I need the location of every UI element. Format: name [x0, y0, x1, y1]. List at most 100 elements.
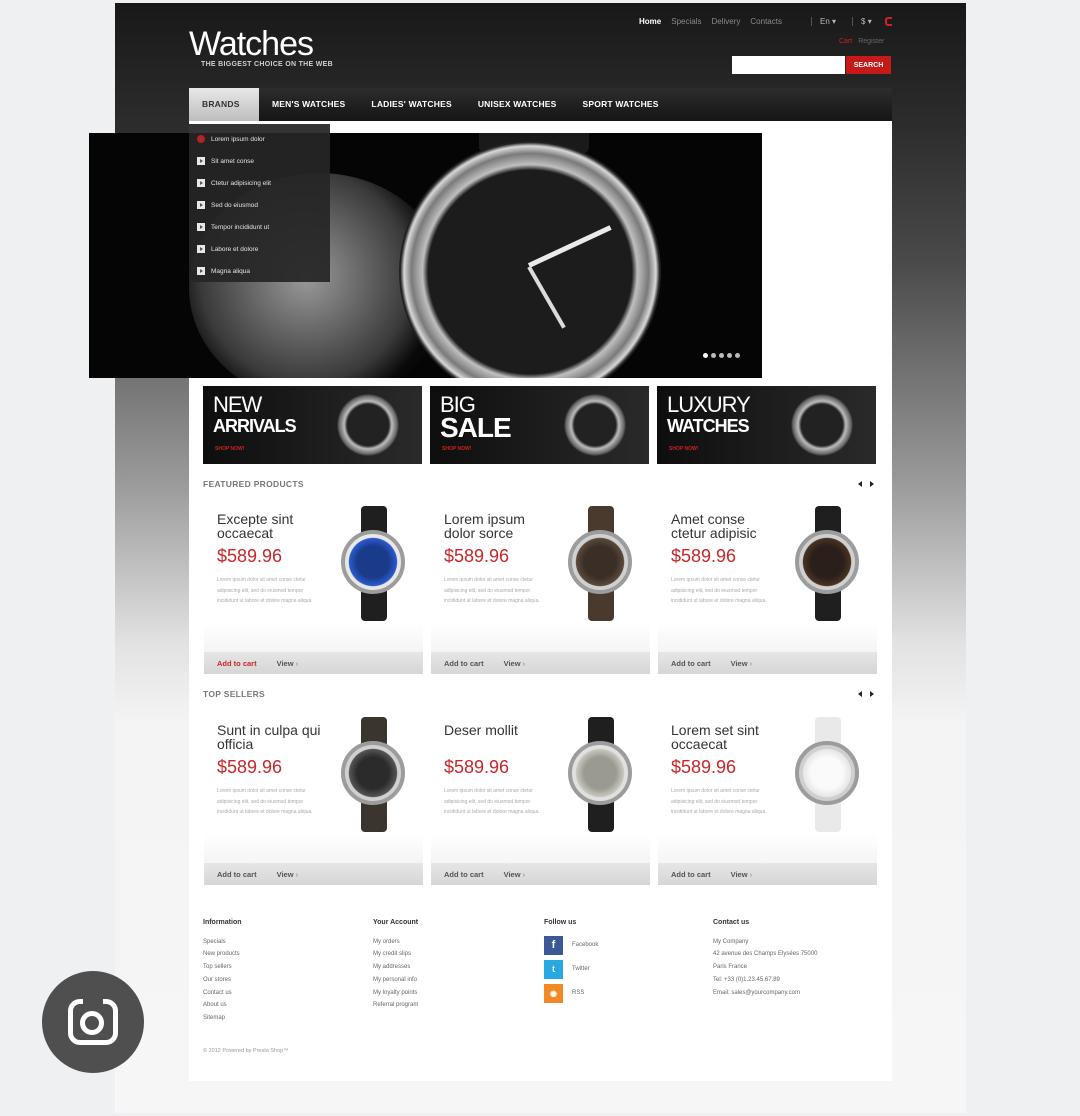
slider-dot[interactable]: [719, 353, 724, 358]
slider-dot[interactable]: [727, 353, 732, 358]
banner-subheading: ARRIVALS: [213, 416, 297, 436]
top-link-specials[interactable]: Specials: [671, 17, 701, 26]
banner-luxury-watches[interactable]: LUXURY WATCHES SHOP NOW!: [657, 386, 876, 464]
top-nav: Home Specials Delivery Contacts: [639, 17, 782, 26]
product-name[interactable]: Excepte sint occaecat: [217, 512, 327, 540]
social-rss[interactable]: ◉ RSS: [544, 984, 598, 1004]
add-to-cart-button[interactable]: Add to cart: [671, 659, 711, 668]
lens-search-button[interactable]: [42, 971, 144, 1073]
next-arrow-icon[interactable]: [870, 691, 874, 697]
product-name[interactable]: Amet conse ctetur adipisic: [671, 512, 781, 540]
prev-arrow-icon[interactable]: [858, 481, 862, 487]
nav-ladies-watches[interactable]: LADIES' WATCHES: [358, 88, 464, 121]
footer-link[interactable]: Contact us: [203, 987, 242, 1000]
footer-link[interactable]: My orders: [373, 936, 418, 949]
product-name[interactable]: Sunt in culpa qui officia: [217, 723, 327, 751]
slider-dot[interactable]: [703, 353, 708, 358]
social-twitter[interactable]: t Twitter: [544, 960, 598, 980]
banner-heading: LUXURY: [667, 392, 751, 417]
top-sellers-title: TOP SELLERS: [203, 689, 266, 699]
product-card: Lorem set sint occaecat $589.96 Lorem ip…: [658, 713, 877, 885]
rss-icon: ◉: [544, 984, 563, 1004]
footer-link[interactable]: About us: [203, 999, 242, 1012]
add-to-cart-button[interactable]: Add to cart: [217, 870, 257, 879]
product-price: $589.96: [217, 546, 283, 566]
brand-item[interactable]: Ctetur adipisicing elit: [189, 172, 330, 194]
product-image[interactable]: [793, 506, 861, 621]
slider-dot[interactable]: [735, 353, 740, 358]
banner-cta[interactable]: SHOP NOW!: [442, 446, 471, 452]
slider-dot[interactable]: [711, 353, 716, 358]
copyright: © 2012 Powered by Presta Shop™: [203, 1048, 289, 1054]
add-to-cart-button[interactable]: Add to cart: [444, 870, 484, 879]
currency-select[interactable]: $ ▾: [852, 17, 872, 26]
search-input[interactable]: [732, 56, 845, 74]
footer-link[interactable]: Referral program: [373, 999, 418, 1012]
add-to-cart-button[interactable]: Add to cart: [671, 870, 711, 879]
search-button[interactable]: SEARCH: [846, 56, 891, 74]
footer-link[interactable]: My credit slips: [373, 948, 418, 961]
view-button[interactable]: View: [277, 870, 299, 879]
view-button[interactable]: View: [277, 659, 299, 668]
footer-link[interactable]: Top sellers: [203, 961, 242, 974]
product-name[interactable]: Deser mollit: [444, 723, 554, 737]
footer-link[interactable]: Our stores: [203, 974, 242, 987]
watch-face: [795, 741, 859, 805]
brand-item[interactable]: Lorem ipsum dolor: [189, 128, 330, 150]
contact-line: Tel: +33 (0)1.23.45.67.89: [713, 976, 780, 983]
product-image[interactable]: [566, 506, 634, 621]
brand-item[interactable]: Magna aliqua: [189, 260, 330, 282]
view-button[interactable]: View: [731, 659, 753, 668]
product-image[interactable]: [793, 717, 861, 832]
social-facebook[interactable]: f Facebook: [544, 936, 598, 956]
footer-information: Information Specials New products Top se…: [203, 917, 242, 1025]
add-to-cart-button[interactable]: Add to cart: [444, 659, 484, 668]
watch-face: [568, 530, 632, 594]
next-arrow-icon[interactable]: [870, 481, 874, 487]
footer-link[interactable]: Sitemap: [203, 1012, 242, 1025]
product-name[interactable]: Lorem ipsum dolor sorce: [444, 512, 554, 540]
prev-arrow-icon[interactable]: [858, 691, 862, 697]
view-button[interactable]: View: [504, 870, 526, 879]
product-name[interactable]: Lorem set sint occaecat: [671, 723, 781, 751]
footer-heading: Your Account: [373, 919, 419, 926]
footer-link[interactable]: My personal info: [373, 974, 418, 987]
language-select[interactable]: En ▾: [811, 17, 836, 26]
contact-email[interactable]: Email: sales@yourcompany.com: [713, 987, 817, 1000]
lens-icon: [80, 1011, 104, 1035]
banner-cta[interactable]: SHOP NOW!: [669, 446, 698, 452]
footer-link[interactable]: New products: [203, 948, 242, 961]
facebook-icon: f: [544, 936, 563, 956]
slider-dots: [703, 353, 740, 358]
cart-link[interactable]: Cart: [839, 38, 852, 45]
brand-item[interactable]: Sed do eiusmod: [189, 194, 330, 216]
top-link-home[interactable]: Home: [639, 17, 661, 26]
nav-brands[interactable]: BRANDS: [189, 88, 259, 121]
top-link-delivery[interactable]: Delivery: [711, 17, 740, 26]
nav-mens-watches[interactable]: MEN'S WATCHES: [259, 88, 358, 121]
top-link-contacts[interactable]: Contacts: [750, 17, 782, 26]
banner-cta[interactable]: SHOP NOW!: [215, 446, 244, 452]
banner-big-sale[interactable]: BIG SALE SHOP NOW!: [430, 386, 649, 464]
product-image[interactable]: [566, 717, 634, 832]
banner-new-arrivals[interactable]: NEW ARRIVALS SHOP NOW!: [203, 386, 422, 464]
product-description: Lorem ipsum dolor sit amet conse ctetur …: [671, 788, 767, 815]
product-image[interactable]: [339, 717, 407, 832]
site-logo[interactable]: Watches: [189, 25, 314, 64]
nav-sport-watches[interactable]: SPORT WATCHES: [570, 88, 672, 121]
footer-link[interactable]: My addresses: [373, 961, 418, 974]
product-price: $589.96: [671, 546, 737, 566]
brand-item[interactable]: Labore et dolore: [189, 238, 330, 260]
view-button[interactable]: View: [731, 870, 753, 879]
nav-unisex-watches[interactable]: UNISEX WATCHES: [465, 88, 570, 121]
footer-link[interactable]: Specials: [203, 936, 242, 949]
register-link[interactable]: Register: [858, 38, 884, 45]
view-button[interactable]: View: [504, 659, 526, 668]
add-to-cart-button[interactable]: Add to cart: [217, 659, 257, 668]
watch-face: [795, 530, 859, 594]
brand-item[interactable]: Tempor incididunt ut: [189, 216, 330, 238]
logout-icon[interactable]: [885, 17, 892, 26]
footer-link[interactable]: My loyalty points: [373, 987, 418, 1000]
product-image[interactable]: [339, 506, 407, 621]
brand-item[interactable]: Sit amet conse: [189, 150, 330, 172]
